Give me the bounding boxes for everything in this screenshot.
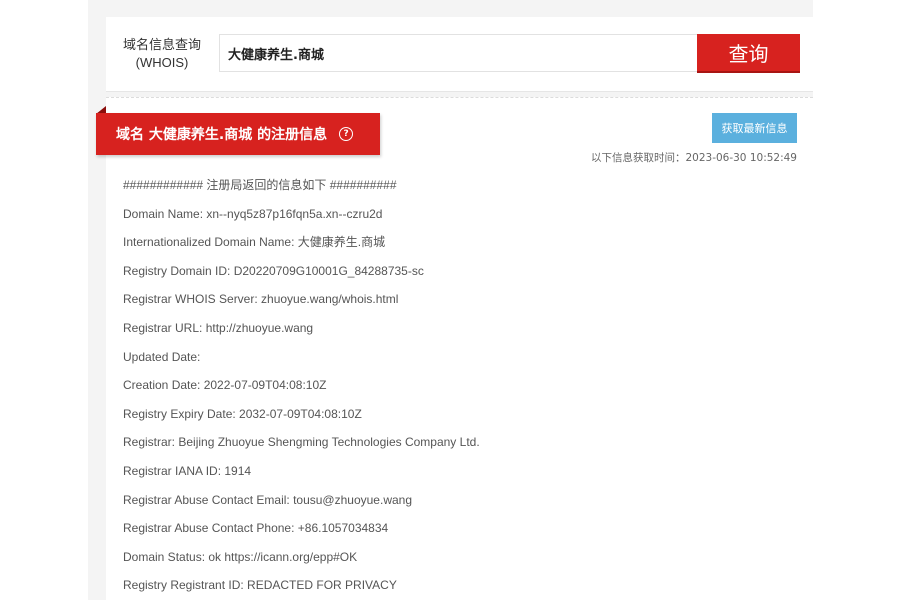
whois-line: Registry Domain ID: D20220709G10001G_842… (123, 263, 424, 278)
search-label: 域名信息查询 (WHOIS) (120, 36, 204, 72)
result-title-banner: 域名 大健康养生.商城 的注册信息 ? (96, 113, 380, 155)
whois-line: ############ 注册局返回的信息如下 ########## (123, 178, 397, 192)
whois-line: Internationalized Domain Name: 大健康养生.商城 (123, 235, 386, 250)
whois-line: Registrar: Beijing Zhuoyue Shengming Tec… (123, 435, 480, 450)
fetch-time-text: 以下信息获取时间：2023-06-30 10:52:49 (590, 152, 797, 164)
whois-line: Registrar Abuse Contact Phone: +86.10570… (123, 521, 389, 536)
top-strip (106, 0, 813, 10)
whois-line: Registry Registrant ID: REDACTED FOR PRI… (123, 578, 397, 593)
whois-line: Registry Expiry Date: 2032-07-09T04:08:1… (123, 406, 362, 421)
whois-line: Registrar Abuse Contact Email: tousu@zhu… (123, 492, 413, 507)
whois-line: Creation Date: 2022-07-09T04:08:10Z (123, 378, 327, 393)
search-label-whois: (WHOIS) (135, 55, 189, 70)
whois-record-list: ############ 注册局返回的信息如下 ########## Domai… (123, 171, 723, 600)
whois-line: Registrar IANA ID: 1914 (123, 463, 252, 478)
whois-line: Registrar URL: http://zhuoyue.wang (123, 320, 314, 335)
query-button[interactable]: 查询 (697, 34, 800, 73)
domain-search-input[interactable] (219, 34, 697, 72)
whois-line: Domain Status: ok https://icann.org/epp#… (123, 549, 358, 564)
whois-line: Updated Date: (123, 349, 201, 364)
refresh-info-button[interactable]: 获取最新信息 (712, 113, 797, 143)
whois-line: Registrar WHOIS Server: zhuoyue.wang/who… (123, 292, 399, 307)
question-circle-icon[interactable]: ? (339, 127, 354, 141)
result-title: 域名 大健康养生.商城 的注册信息 (116, 127, 328, 143)
search-label-title: 域名信息查询 (122, 37, 201, 52)
whois-line: Domain Name: xn--nyq5z87p16fqn5a.xn--czr… (123, 206, 383, 221)
